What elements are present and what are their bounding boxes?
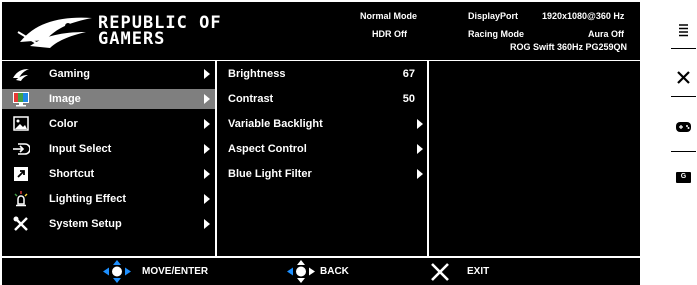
back-nav-icon[interactable] [286, 259, 316, 284]
chevron-right-icon [204, 219, 210, 229]
menu-item-label: Input Select [49, 143, 112, 155]
options-panel [429, 61, 640, 256]
input-status: DisplayPort [468, 11, 519, 21]
chevron-right-icon [417, 169, 423, 179]
gameplus-badge[interactable]: G [676, 172, 691, 183]
osd-menu: REPUBLIC OF GAMERS Normal Mode HDR Off D… [0, 0, 642, 285]
sub-item-variable-backlight[interactable]: Variable Backlight [217, 114, 427, 134]
sub-item-label: Contrast [228, 93, 274, 105]
input-icon [13, 143, 30, 155]
close-icon[interactable] [671, 68, 696, 88]
sub-menu-panel: Brightness 67 Contrast 50 Variable Backl… [217, 61, 427, 256]
chevron-right-icon [204, 144, 210, 154]
rog-logo-icon [17, 17, 92, 48]
chevron-right-icon [204, 94, 210, 104]
menu-item-color[interactable]: Color [2, 114, 215, 134]
model-name: ROG Swift 360Hz PG259QN [510, 42, 628, 52]
sub-item-label: Brightness [228, 68, 286, 80]
sub-item-label: Aspect Control [228, 143, 307, 155]
chevron-right-icon [417, 144, 423, 154]
mode-status: Normal Mode [360, 11, 418, 21]
sub-item-aspect-control[interactable]: Aspect Control [217, 139, 427, 159]
divider [671, 48, 696, 49]
menu-item-label: Shortcut [49, 168, 95, 180]
brand-name: REPUBLIC OF GAMERS [98, 15, 222, 49]
brightness-value: 67 [402, 68, 415, 80]
osd-footer: MOVE/ENTER BACK EXIT [2, 258, 640, 285]
menu-item-input-select[interactable]: Input Select [2, 139, 215, 159]
sub-item-label: Blue Light Filter [228, 168, 312, 180]
osd-header: REPUBLIC OF GAMERS Normal Mode HDR Off D… [2, 2, 640, 60]
close-icon[interactable] [430, 262, 450, 282]
move-enter-label: MOVE/ENTER [142, 266, 209, 277]
hdr-status: HDR Off [372, 29, 407, 39]
shortcut-icon [14, 167, 28, 181]
light-icon [14, 191, 28, 207]
sub-item-brightness[interactable]: Brightness 67 [217, 64, 427, 84]
back-label: BACK [320, 266, 349, 277]
exit-label: EXIT [467, 266, 490, 277]
contrast-value: 50 [402, 93, 415, 105]
tools-icon [13, 216, 28, 231]
divider [671, 96, 696, 97]
menu-item-image[interactable]: Image [2, 89, 215, 109]
menu-item-label: Image [49, 93, 81, 105]
menu-item-label: System Setup [49, 218, 122, 230]
menu-item-gaming[interactable]: Gaming [2, 64, 215, 84]
sub-item-label: Variable Backlight [228, 118, 323, 130]
menu-item-label: Color [49, 118, 78, 130]
chevron-right-icon [204, 119, 210, 129]
main-menu-panel: Gaming Image Color Input Select Shortcut… [2, 61, 215, 256]
chevron-right-icon [204, 194, 210, 204]
menu-item-lighting-effect[interactable]: Lighting Effect [2, 189, 215, 209]
image-icon [13, 92, 29, 107]
color-picture-icon [13, 116, 29, 131]
chevron-right-icon [204, 69, 210, 79]
aura-status: Aura Off [588, 29, 624, 39]
gamepad-icon[interactable] [671, 117, 696, 137]
divider [671, 151, 696, 152]
four-way-nav-icon[interactable] [102, 259, 132, 284]
resolution-status: 1920x1080@360 Hz [542, 11, 625, 21]
rog-logo-icon [13, 69, 29, 81]
menu-item-shortcut[interactable]: Shortcut [2, 164, 215, 184]
chevron-right-icon [417, 119, 423, 129]
chevron-right-icon [204, 169, 210, 179]
menu-item-system-setup[interactable]: System Setup [2, 214, 215, 234]
menu-item-label: Lighting Effect [49, 193, 126, 205]
sub-item-blue-light-filter[interactable]: Blue Light Filter [217, 164, 427, 184]
menu-icon[interactable] [671, 20, 696, 40]
racing-mode-status: Racing Mode [468, 29, 525, 39]
sub-item-contrast[interactable]: Contrast 50 [217, 89, 427, 109]
menu-item-label: Gaming [49, 68, 90, 80]
brand-line-2: GAMERS [98, 29, 166, 49]
